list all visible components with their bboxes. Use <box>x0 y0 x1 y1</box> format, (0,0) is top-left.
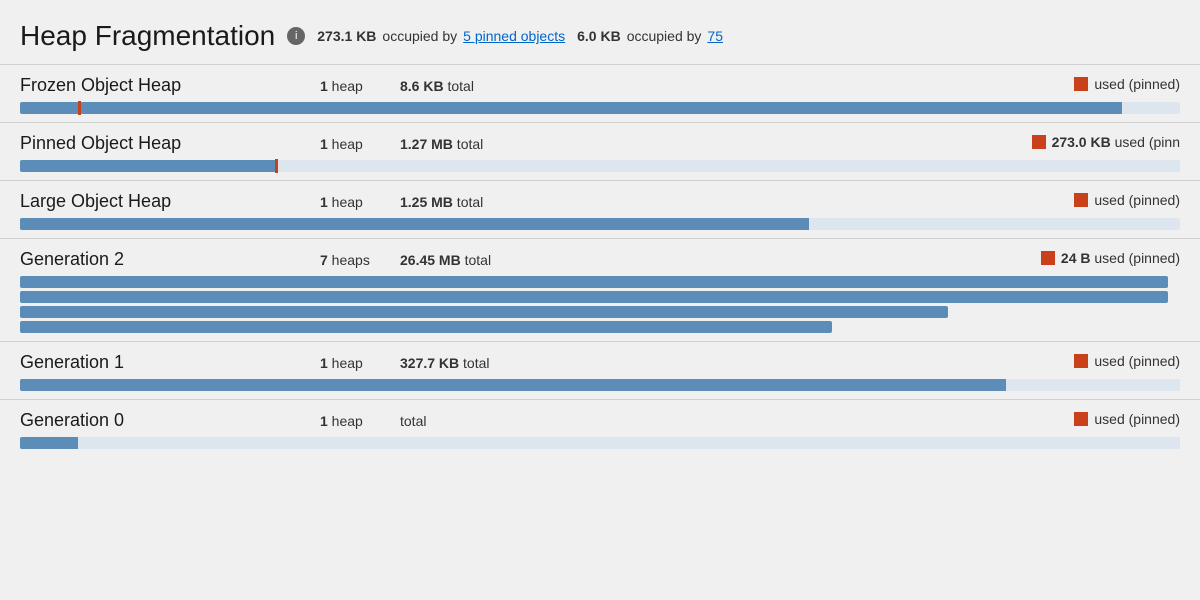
heap-count: 1 heap <box>320 413 400 429</box>
heap-size: 1.25 MB total <box>400 194 560 210</box>
heap-row: Large Object Heap1 heap1.25 MB total used… <box>0 180 1200 238</box>
gen2-bar-row <box>20 306 948 318</box>
heap-legend: used (pinned) <box>1074 76 1180 92</box>
heap-count: 1 heap <box>320 355 400 371</box>
bar-container <box>20 437 1180 449</box>
bar-used <box>20 379 1006 391</box>
bar-used <box>20 437 78 449</box>
legend-color-box <box>1074 77 1088 91</box>
heap-name: Pinned Object Heap <box>20 133 320 154</box>
heap-row: Generation 01 heaptotal used (pinned) <box>0 399 1200 457</box>
heap-legend: used (pinned) <box>1074 353 1180 369</box>
heap-count: 1 heap <box>320 78 400 94</box>
bar-pinned-marker <box>275 159 278 173</box>
heap-name: Generation 0 <box>20 410 320 431</box>
legend-label: 24 B used (pinned) <box>1061 250 1180 266</box>
info-icon[interactable]: i <box>287 27 305 45</box>
heap-name: Large Object Heap <box>20 191 320 212</box>
stat2-value: 6.0 KB <box>577 28 621 44</box>
legend-color-box <box>1074 412 1088 426</box>
heap-size: 26.45 MB total <box>400 252 560 268</box>
bar-container <box>20 218 1180 230</box>
bar-container <box>20 160 1180 172</box>
header: Heap Fragmentation i 273.1 KB occupied b… <box>0 20 1200 64</box>
bar-container <box>20 379 1180 391</box>
gen2-bars <box>20 276 1180 333</box>
page: Heap Fragmentation i 273.1 KB occupied b… <box>0 0 1200 600</box>
heap-row: Pinned Object Heap1 heap1.27 MB total 273… <box>0 122 1200 180</box>
bar-used <box>20 218 809 230</box>
legend-color-box <box>1074 354 1088 368</box>
heap-name: Generation 2 <box>20 249 320 270</box>
heap-row-info: Generation 27 heaps26.45 MB total 24 B us… <box>20 249 1180 270</box>
heap-legend: 273.0 KB used (pinn <box>1032 134 1180 150</box>
heap-row: Generation 27 heaps26.45 MB total 24 B us… <box>0 238 1200 341</box>
bar-pinned-marker <box>78 101 81 115</box>
legend-color-box <box>1032 135 1046 149</box>
stat2-link[interactable]: 75 <box>707 28 723 44</box>
bar-used <box>20 160 275 172</box>
gen2-bar-row <box>20 276 1168 288</box>
heap-row-info: Generation 11 heap327.7 KB total used (pi… <box>20 352 1180 373</box>
legend-label: 273.0 KB used (pinn <box>1052 134 1180 150</box>
legend-label: used (pinned) <box>1094 411 1180 427</box>
legend-color-box <box>1041 251 1055 265</box>
page-title: Heap Fragmentation <box>20 20 275 52</box>
heap-row-info: Generation 01 heaptotal used (pinned) <box>20 410 1180 431</box>
heap-size: 1.27 MB total <box>400 136 560 152</box>
heap-size: total <box>400 413 560 429</box>
bar-used <box>20 102 1122 114</box>
heap-table: Frozen Object Heap1 heap8.6 KB totalused… <box>0 64 1200 457</box>
heap-legend: used (pinned) <box>1074 192 1180 208</box>
heap-legend: used (pinned) <box>1074 411 1180 427</box>
bar-container <box>20 102 1180 114</box>
header-stat-1: 273.1 KB occupied by 5 pinned objects <box>317 28 565 44</box>
stat1-link[interactable]: 5 pinned objects <box>463 28 565 44</box>
stat2-text: occupied by <box>627 28 702 44</box>
heap-row-info: Large Object Heap1 heap1.25 MB total used… <box>20 191 1180 212</box>
heap-count: 1 heap <box>320 136 400 152</box>
gen2-bar-row <box>20 321 832 333</box>
heap-count: 7 heaps <box>320 252 400 268</box>
heap-name: Generation 1 <box>20 352 320 373</box>
heap-row: Generation 11 heap327.7 KB total used (pi… <box>0 341 1200 399</box>
gen2-bar-row <box>20 291 1168 303</box>
heap-size: 8.6 KB total <box>400 78 560 94</box>
heap-count: 1 heap <box>320 194 400 210</box>
stat1-value: 273.1 KB <box>317 28 376 44</box>
heap-size: 327.7 KB total <box>400 355 560 371</box>
heap-legend: 24 B used (pinned) <box>1041 250 1180 266</box>
legend-color-box <box>1074 193 1088 207</box>
heap-row-info: Pinned Object Heap1 heap1.27 MB total 273… <box>20 133 1180 154</box>
heap-name: Frozen Object Heap <box>20 75 320 96</box>
legend-label: used (pinned) <box>1094 353 1180 369</box>
heap-row: Frozen Object Heap1 heap8.6 KB total used… <box>0 64 1200 122</box>
heap-row-info: Frozen Object Heap1 heap8.6 KB total used… <box>20 75 1180 96</box>
header-stat-2: 6.0 KB occupied by 75 <box>577 28 723 44</box>
stat1-text: occupied by <box>382 28 457 44</box>
legend-label: used (pinned) <box>1094 76 1180 92</box>
legend-label: used (pinned) <box>1094 192 1180 208</box>
